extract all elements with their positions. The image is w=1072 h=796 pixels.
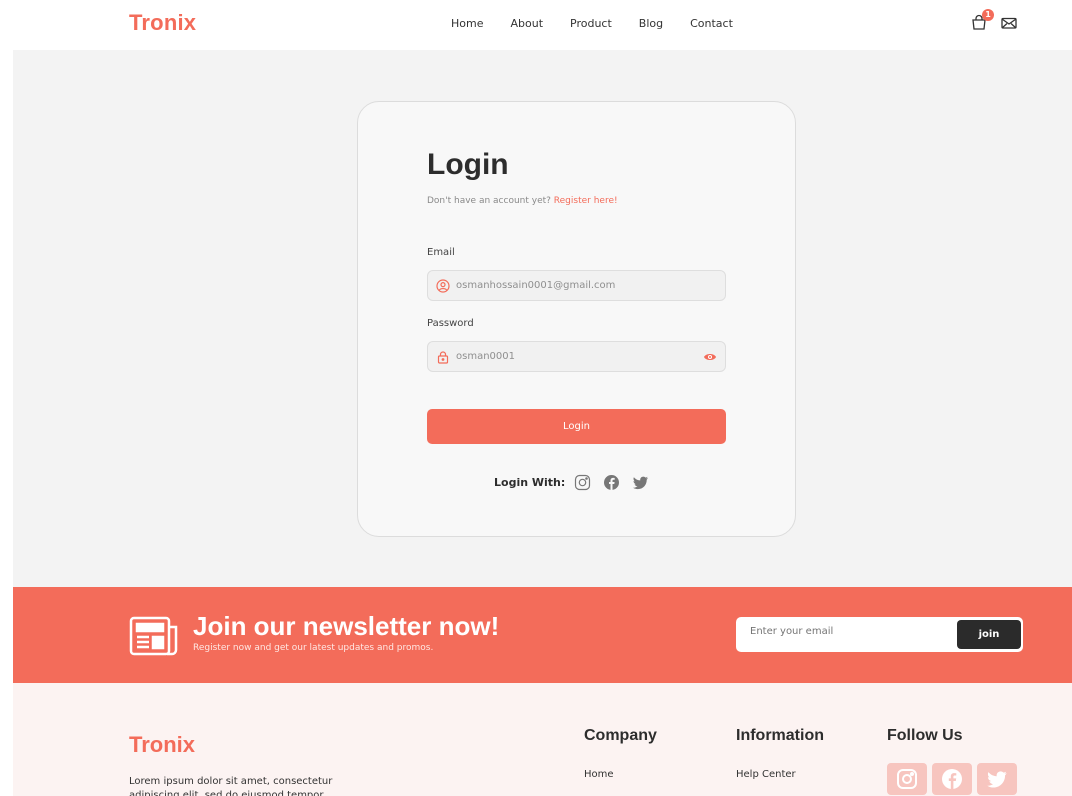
footer-company-title: Company — [584, 727, 657, 744]
main-nav: Home About Product Blog Contact — [451, 17, 733, 30]
instagram-icon[interactable] — [574, 474, 591, 491]
password-label: Password — [427, 318, 474, 329]
email-field[interactable] — [427, 270, 726, 301]
password-field[interactable] — [427, 341, 726, 372]
instagram-icon[interactable] — [887, 763, 927, 795]
lock-icon — [437, 350, 449, 364]
mail-icon[interactable] — [1000, 14, 1018, 32]
email-input[interactable] — [456, 280, 717, 291]
footer-follow-title: Follow Us — [887, 727, 963, 744]
footer-social-icons — [887, 763, 1017, 795]
nav-product[interactable]: Product — [570, 17, 612, 30]
newsletter-title: Join our newsletter now! — [193, 611, 500, 641]
twitter-icon[interactable] — [977, 763, 1017, 795]
login-button[interactable]: Login — [427, 409, 726, 444]
site-footer: Tronix Lorem ipsum dolor sit amet, conse… — [13, 683, 1072, 796]
eye-icon[interactable] — [703, 350, 717, 364]
nav-about[interactable]: About — [510, 17, 543, 30]
footer-description: Lorem ipsum dolor sit amet, consectetur … — [129, 776, 333, 796]
nav-contact[interactable]: Contact — [690, 17, 733, 30]
login-with-row: Login With: — [494, 474, 649, 491]
register-prompt: Don't have an account yet? Register here… — [427, 196, 618, 206]
password-input[interactable] — [456, 351, 703, 362]
nav-home[interactable]: Home — [451, 17, 483, 30]
newsletter-form: join — [736, 617, 1023, 652]
facebook-icon[interactable] — [603, 474, 620, 491]
login-with-label: Login With: — [494, 476, 566, 489]
nav-blog[interactable]: Blog — [639, 17, 663, 30]
join-button[interactable]: join — [957, 620, 1021, 649]
cart-icon[interactable]: 1 — [970, 9, 994, 32]
site-header: Tronix Home About Product Blog Contact 1 — [0, 0, 1072, 50]
footer-link-help-center[interactable]: Help Center — [736, 769, 796, 780]
no-account-text: Don't have an account yet? — [427, 196, 551, 206]
footer-link-home[interactable]: Home — [584, 769, 614, 780]
newspaper-icon — [129, 616, 178, 656]
footer-logo[interactable]: Tronix — [129, 732, 195, 758]
twitter-icon[interactable] — [632, 474, 649, 491]
login-card: Login Don't have an account yet? Registe… — [357, 101, 796, 537]
user-icon — [436, 278, 450, 293]
login-title: Login — [427, 148, 509, 181]
newsletter-banner: Join our newsletter now! Register now an… — [13, 587, 1072, 683]
newsletter-subtitle: Register now and get our latest updates … — [193, 643, 434, 653]
newsletter-email-input[interactable] — [750, 626, 940, 637]
footer-information-title: Information — [736, 727, 824, 744]
register-link[interactable]: Register here! — [554, 196, 618, 206]
cart-count-badge: 1 — [982, 9, 994, 21]
brand-logo[interactable]: Tronix — [129, 10, 196, 36]
header-actions: 1 — [970, 9, 1018, 32]
email-label: Email — [427, 247, 455, 258]
facebook-icon[interactable] — [932, 763, 972, 795]
